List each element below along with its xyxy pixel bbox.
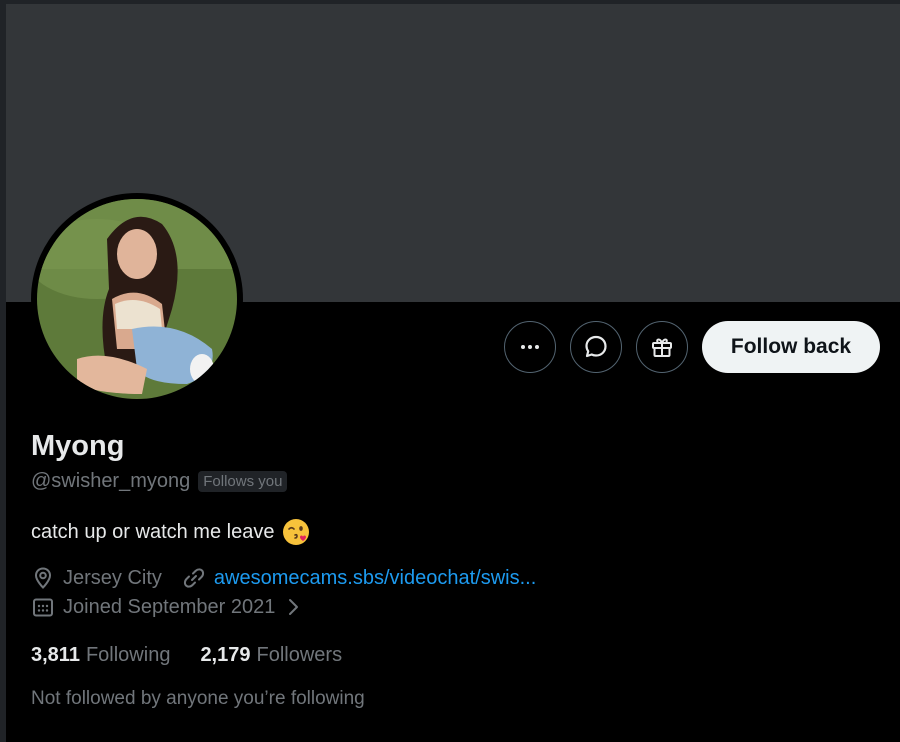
avatar-border (31, 193, 243, 405)
follow-stats: 3,811 Following 2,179 Followers (31, 644, 342, 667)
follows-you-badge: Follows you (198, 471, 288, 492)
profile-meta-row: Jersey City awesomecams.sbs/videochat/sw… (31, 566, 536, 590)
website-link[interactable]: awesomecams.sbs/videochat/swis... (214, 567, 536, 590)
follow-back-button[interactable]: Follow back (702, 321, 880, 373)
gift-button[interactable] (636, 321, 688, 373)
message-button[interactable] (570, 321, 622, 373)
profile-bio: catch up or watch me leave (31, 518, 310, 546)
joined-date-text: Joined September 2021 (63, 595, 276, 618)
display-name: Myong (31, 430, 125, 462)
following-label: Following (85, 644, 171, 666)
more-button[interactable] (504, 321, 556, 373)
following-stat[interactable]: 3,811 Following (31, 644, 170, 667)
bio-text: catch up or watch me leave (31, 520, 275, 543)
avatar[interactable] (37, 199, 237, 399)
more-horizontal-icon (521, 345, 539, 349)
chat-bubble-icon (585, 335, 607, 358)
kissing-winking-face-emoji-icon (282, 518, 310, 546)
joined-row: Joined September 2021 (31, 595, 313, 619)
mutual-followers-note: Not followed by anyone you’re following (31, 688, 365, 709)
calendar-icon (31, 595, 55, 619)
followers-stat[interactable]: 2,179 Followers (200, 644, 342, 667)
following-count: 3,811 (31, 644, 80, 666)
gift-icon (652, 338, 672, 357)
avatar-photo (37, 199, 237, 399)
location-text: Jersey City (63, 566, 162, 589)
username-handle: @swisher_myong (31, 470, 191, 492)
handle-row: @swisher_myong Follows you (31, 470, 288, 493)
chevron-right-icon[interactable] (281, 595, 305, 619)
location-pin-icon (31, 566, 55, 590)
link-icon (182, 566, 206, 590)
followers-label: Followers (256, 644, 343, 666)
followers-count: 2,179 (200, 644, 251, 666)
